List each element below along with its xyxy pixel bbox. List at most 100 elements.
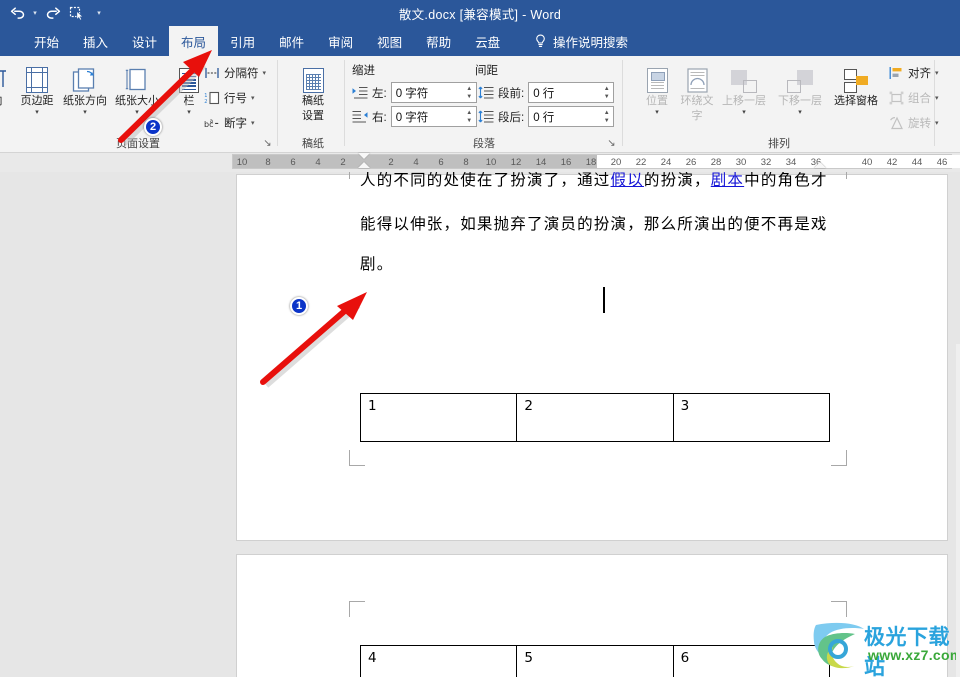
ribbon-button-selection-pane[interactable]: 选择窗格	[828, 59, 884, 133]
page-setup-dialog-launcher[interactable]: ↘	[262, 138, 273, 149]
table-cell[interactable]: 2	[516, 393, 674, 442]
chevron-down-icon[interactable]: ▾	[263, 69, 267, 77]
document-line-3[interactable]: 剧。	[360, 252, 393, 274]
chevron-down-icon[interactable]: ▾	[935, 69, 939, 77]
document-canvas[interactable]: 人的不同的处使在了扮演了，通过假以的扮演，剧本中的角色才 能得以伸张，如果抛弃了…	[0, 172, 960, 677]
first-line-indent-marker[interactable]	[358, 153, 370, 159]
document-table-page2[interactable]: 4 5 6	[359, 645, 831, 677]
ruler-tick: 4	[413, 157, 419, 168]
spacing-after-icon	[478, 109, 494, 125]
margins-icon	[26, 59, 48, 93]
ribbon-button-rotate[interactable]: 旋转 ▾	[888, 112, 939, 133]
tab-insert[interactable]: 插入	[71, 26, 120, 56]
ruler-tick: 2	[340, 157, 346, 168]
tab-view[interactable]: 视图	[365, 26, 414, 56]
ribbon-button-margins[interactable]: 页边距 ▾	[14, 59, 60, 133]
spacing-after-field[interactable]: 段后: 0 行 ▲ ▼	[478, 106, 615, 127]
ruler-track[interactable]: 10 8 6 4 2 2 4 6 8 10 12 14 16 18 20 22 …	[232, 154, 960, 169]
ribbon-group-manuscript-label: 稿纸	[302, 138, 324, 150]
spacing-before-field[interactable]: 段前: 0 行 ▲ ▼	[478, 82, 615, 103]
horizontal-ruler[interactable]: 10 8 6 4 2 2 4 6 8 10 12 14 16 18 20 22 …	[0, 153, 960, 172]
table-cell[interactable]: 5	[516, 645, 674, 677]
ruler-tick: 30	[735, 157, 747, 168]
table-cell[interactable]: 1	[359, 393, 518, 442]
ribbon-button-margins-label: 页边距	[20, 95, 54, 107]
ribbon-button-orientation[interactable]: 纸张方向 ▾	[62, 59, 108, 133]
vertical-scrollbar[interactable]	[956, 344, 960, 677]
chevron-down-icon[interactable]: ▾	[187, 109, 191, 117]
ribbon-button-align[interactable]: 对齐 ▾	[888, 62, 939, 83]
ribbon-button-align-label: 对齐	[908, 67, 931, 80]
indent-right-field[interactable]: 右: 0 字符 ▲ ▼	[352, 106, 477, 127]
ribbon-button-bring-forward[interactable]: 上移一层 ▾	[716, 59, 772, 133]
chevron-down-icon[interactable]: ▾	[935, 119, 939, 127]
chevron-down-icon[interactable]: ▾	[135, 109, 139, 117]
ribbon-button-wrap-text[interactable]: 环绕文 字	[674, 59, 720, 133]
indent-right-stepper[interactable]: ▲ ▼	[463, 107, 476, 126]
document-line-2-text: 能得以伸张，如果抛弃了演员的扮演，那么所演出的便不再是戏	[360, 215, 828, 233]
hanging-indent-marker[interactable]	[358, 162, 370, 168]
ribbon-button-breaks[interactable]: 分隔符 ▾	[204, 62, 266, 83]
chevron-down-icon[interactable]: ▾	[655, 109, 659, 117]
paragraph-dialog-launcher[interactable]: ↘	[606, 138, 617, 149]
tab-design[interactable]: 设计	[120, 26, 169, 56]
chevron-down-icon[interactable]: ▾	[35, 109, 39, 117]
watermark-url: www.xz7.com	[868, 647, 960, 663]
chevron-down-icon[interactable]: ▾	[251, 94, 255, 102]
document-line-2[interactable]: 能得以伸张，如果抛弃了演员的扮演，那么所演出的便不再是戏	[360, 212, 828, 234]
columns-icon	[179, 59, 199, 93]
margin-mark-bottom-right	[831, 450, 847, 466]
ribbon-button-paper-size-label: 纸张大小	[115, 95, 159, 107]
group-divider	[344, 60, 345, 146]
ruler-tick: 32	[760, 157, 772, 168]
document-line-3-text: 剧。	[360, 255, 394, 273]
spacing-before-input[interactable]: 0 行 ▲ ▼	[528, 82, 615, 103]
ruler-tick: 6	[438, 157, 444, 168]
table-row[interactable]: 4 5 6	[359, 645, 831, 677]
spacing-before-stepper[interactable]: ▲ ▼	[600, 83, 613, 102]
ribbon-button-line-numbers[interactable]: 12 行号 ▾	[204, 87, 255, 108]
ruler-tick: 26	[685, 157, 697, 168]
ribbon-button-send-backward[interactable]: 下移一层 ▾	[772, 59, 828, 133]
margin-mark-top-left	[349, 601, 365, 617]
tab-help[interactable]: 帮助	[414, 26, 463, 56]
ruler-tick: 34	[785, 157, 797, 168]
tab-references[interactable]: 引用	[218, 26, 267, 56]
ribbon-button-hyphenation[interactable]: bc a 断字 ▾	[204, 112, 255, 133]
breaks-icon	[204, 65, 220, 81]
indent-left-field[interactable]: 左: 0 字符 ▲ ▼	[352, 82, 477, 103]
indent-left-label: 左:	[372, 87, 387, 100]
chevron-down-icon[interactable]: ▾	[83, 109, 87, 117]
table-cell[interactable]: 3	[672, 393, 831, 442]
ruler-tick: 12	[510, 157, 522, 168]
tab-layout[interactable]: 布局	[169, 26, 219, 56]
spacing-after-stepper[interactable]: ▲ ▼	[600, 107, 613, 126]
indent-left-stepper[interactable]: ▲ ▼	[463, 83, 476, 102]
chevron-down-icon[interactable]: ▾	[935, 94, 939, 102]
tell-me-search[interactable]: 操作说明搜索	[534, 26, 628, 56]
table-row[interactable]: 1 2 3	[359, 393, 831, 442]
tab-cloud-drive[interactable]: 云盘	[463, 26, 512, 56]
tab-start[interactable]: 开始	[22, 26, 71, 56]
right-indent-marker[interactable]	[814, 162, 826, 168]
document-line-1[interactable]: 人的不同的处使在了扮演了，通过假以的扮演，剧本中的角色才	[360, 172, 828, 188]
table-cell[interactable]: 6	[672, 645, 831, 677]
document-table-page1[interactable]: 1 2 3	[359, 393, 831, 442]
ruler-tick: 16	[560, 157, 572, 168]
table-cell[interactable]: 4	[359, 645, 518, 677]
spacing-after-input[interactable]: 0 行 ▲ ▼	[528, 106, 615, 127]
spacing-after-label: 段后:	[498, 111, 525, 124]
chevron-down-icon[interactable]: ▾	[798, 109, 802, 117]
tab-mailings[interactable]: 邮件	[267, 26, 316, 56]
ribbon-button-group[interactable]: 组合 ▾	[888, 87, 939, 108]
chevron-down-icon[interactable]: ▾	[251, 119, 255, 127]
chevron-down-icon[interactable]: ▾	[742, 109, 746, 117]
indent-right-input[interactable]: 0 字符 ▲ ▼	[390, 106, 477, 127]
ruler-text-area	[597, 155, 960, 168]
indent-left-input[interactable]: 0 字符 ▲ ▼	[390, 82, 477, 103]
ribbon-button-manuscript-settings[interactable]: 稿纸 设置	[290, 59, 336, 133]
tab-review[interactable]: 审阅	[316, 26, 365, 56]
document-page-1[interactable]: 人的不同的处使在了扮演了，通过假以的扮演，剧本中的角色才 能得以伸张，如果抛弃了…	[237, 172, 947, 540]
ruler-tick: 44	[911, 157, 923, 168]
ruler-tick: 18	[585, 157, 597, 168]
